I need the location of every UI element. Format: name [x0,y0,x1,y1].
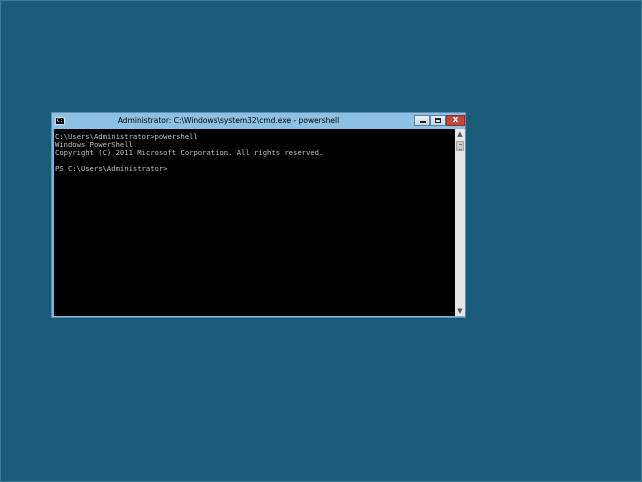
console-output[interactable]: C:\Users\Administrator>powershell Window… [54,129,455,316]
vertical-scrollbar[interactable]: ▲ ▼ [455,129,465,316]
minimize-button[interactable] [414,115,430,126]
console-window[interactable]: C:\ Administrator: C:\Windows\system32\c… [51,112,466,318]
scroll-thumb[interactable] [456,141,464,151]
minimize-icon [420,121,426,123]
console-prompt: PS C:\Users\Administrator> [55,164,168,173]
title-bar[interactable]: C:\ Administrator: C:\Windows\system32\c… [52,113,465,129]
window-title: Administrator: C:\Windows\system32\cmd.e… [117,116,340,125]
maximize-button[interactable] [430,115,446,126]
scroll-up-icon[interactable]: ▲ [455,129,465,139]
grip-icon [459,144,462,150]
close-button[interactable]: x [446,115,465,126]
scroll-down-icon[interactable]: ▼ [455,306,465,316]
maximize-icon [435,118,441,123]
close-icon: x [452,115,459,125]
console-line: Copyright (C) 2011 Microsoft Corporation… [55,148,324,157]
